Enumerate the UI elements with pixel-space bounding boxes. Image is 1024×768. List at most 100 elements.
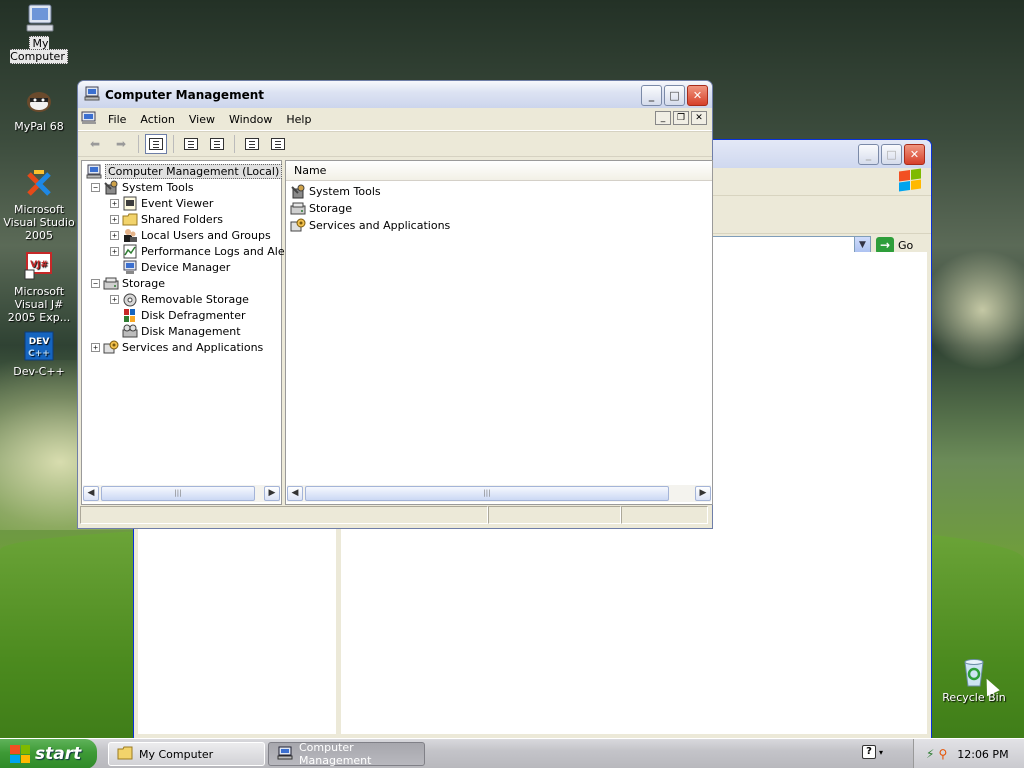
tree-item-services-applications[interactable]: + Services and Applications [91,339,263,355]
child-window-buttons: _ ❐ ✕ [655,111,707,125]
child-restore-button[interactable]: ❐ [673,111,689,125]
desktop-icon-visual-studio[interactable]: Microsoft Visual Studio 2005 [0,168,78,242]
details-horizontal-scrollbar[interactable]: ◀ ||| ▶ [287,485,711,502]
tree-item-performance-logs[interactable]: + Performance Logs and Alerts [110,243,299,259]
list-item-storage[interactable]: Storage [290,200,352,216]
scroll-left-button[interactable]: ◀ [287,486,303,501]
app-icon [84,86,100,104]
menu-help[interactable]: Help [279,113,318,126]
desktop-icon-devcpp[interactable]: DEV C++ Dev-C++ [0,330,78,378]
menu-action[interactable]: Action [133,113,181,126]
start-button[interactable]: start [0,739,97,768]
scroll-thumb[interactable]: ||| [101,486,255,501]
computer-management-window[interactable]: Computer Management _ □ ✕ File Action Vi… [77,80,713,529]
removable-storage-icon [122,292,138,307]
column-header-name[interactable]: Name [286,161,712,181]
export-list-button[interactable] [206,134,228,154]
event-viewer-icon [122,196,138,211]
expand-toggle[interactable]: + [110,214,119,224]
scroll-left-button[interactable]: ◀ [83,486,99,501]
forward-button[interactable]: ➡ [110,134,132,154]
forward-arrow-icon: ➡ [115,137,127,151]
console-icon [81,111,97,128]
expand-toggle[interactable]: + [91,342,100,352]
menu-view[interactable]: View [182,113,222,126]
desktop-icon-label: MyPal 68 [14,120,64,133]
scroll-right-button[interactable]: ▶ [695,486,711,501]
network-icon[interactable]: ⚡ [926,747,934,761]
maximize-button[interactable]: □ [881,144,902,165]
tree-item-removable-storage[interactable]: + Removable Storage [110,291,249,307]
menu-file[interactable]: File [101,113,133,126]
clock[interactable]: 12:06 PM [957,748,1008,761]
child-minimize-button[interactable]: _ [655,111,671,125]
status-bar [80,506,710,526]
close-button[interactable]: ✕ [904,144,925,165]
tree-item-system-tools[interactable]: − System Tools [91,179,194,195]
tree-item-computer-management[interactable]: Computer Management (Local) [86,163,283,179]
visual-studio-icon [23,168,55,200]
folder-icon [117,746,133,763]
tree-item-device-manager[interactable]: Device Manager [122,259,230,275]
help-icon: ? [862,745,876,759]
desktop-icon-my-computer[interactable]: My Computer [0,2,78,64]
expand-toggle[interactable]: + [110,246,119,256]
taskbar-button-my-computer[interactable]: My Computer [108,742,265,766]
tree-item-disk-management[interactable]: Disk Management [122,323,241,339]
details-pane[interactable]: Name System Tools Storage Services and A… [285,160,713,505]
users-icon [122,228,138,243]
properties-icon [184,138,198,150]
collapse-toggle[interactable]: − [91,182,100,192]
expand-toggle[interactable]: + [110,230,119,240]
tree-item-local-users[interactable]: + Local Users and Groups [110,227,271,243]
minimize-button[interactable]: _ [641,85,662,106]
list-item-label: Storage [309,201,353,215]
list-item-services-applications[interactable]: Services and Applications [290,217,450,233]
minimize-button[interactable]: _ [858,144,879,165]
list-item-system-tools[interactable]: System Tools [290,183,381,199]
tree-item-disk-defragmenter[interactable]: Disk Defragmenter [122,307,246,323]
show-hide-tree-button[interactable] [145,134,167,154]
taskbar-button-label: My Computer [139,747,214,761]
close-button[interactable]: ✕ [687,85,708,106]
window-title: Computer Management [105,87,264,102]
expand-toggle[interactable]: + [110,294,119,304]
scroll-track[interactable]: ||| [303,486,695,501]
console-tree[interactable]: Computer Management (Local) − System Too… [81,160,299,505]
back-button[interactable]: ⬅ [84,134,106,154]
defrag-icon [122,308,138,323]
expand-toggle[interactable]: + [110,198,119,208]
start-label: start [35,744,82,764]
scroll-track[interactable]: ||| [99,486,264,501]
storage-icon [290,201,306,216]
tree-label: Disk Defragmenter [141,308,246,322]
taskbar-button-computer-management[interactable]: Computer Management [268,741,425,767]
language-bar[interactable]: ? ▾ [862,745,883,759]
tree-label: System Tools [122,180,194,194]
list-item-label: Services and Applications [309,218,451,232]
tree-item-storage[interactable]: − Storage [91,275,165,291]
scroll-thumb[interactable]: ||| [305,486,669,501]
action-pane-button[interactable] [267,134,289,154]
tree-horizontal-scrollbar[interactable]: ◀ ||| ▶ [83,485,280,502]
title-bar[interactable]: Computer Management [78,81,712,108]
status-cell [621,506,708,524]
tools-icon [103,180,119,195]
desktop-icon-mypal[interactable]: MyPal 68 [0,85,78,133]
desktop-icon-visual-jsharp[interactable]: VJ# Microsoft Visual J# 2005 Exp... [0,250,78,324]
search-icon[interactable]: ⚲ [938,747,947,761]
scroll-right-button[interactable]: ▶ [264,486,280,501]
tree-item-shared-folders[interactable]: + Shared Folders [110,211,223,227]
child-close-button[interactable]: ✕ [691,111,707,125]
tree-item-event-viewer[interactable]: + Event Viewer [110,195,213,211]
desktop-icon-recycle-bin[interactable]: Recycle Bin [935,656,1013,704]
toolbar: ⬅ ➡ [78,131,712,157]
menu-window[interactable]: Window [222,113,279,126]
collapse-toggle[interactable]: − [91,278,100,288]
toolbar-separator [173,135,174,153]
device-manager-icon [122,260,138,275]
properties-button[interactable] [180,134,202,154]
maximize-button[interactable]: □ [664,85,685,106]
go-arrow-icon: → [876,236,894,254]
help-button[interactable] [241,134,263,154]
